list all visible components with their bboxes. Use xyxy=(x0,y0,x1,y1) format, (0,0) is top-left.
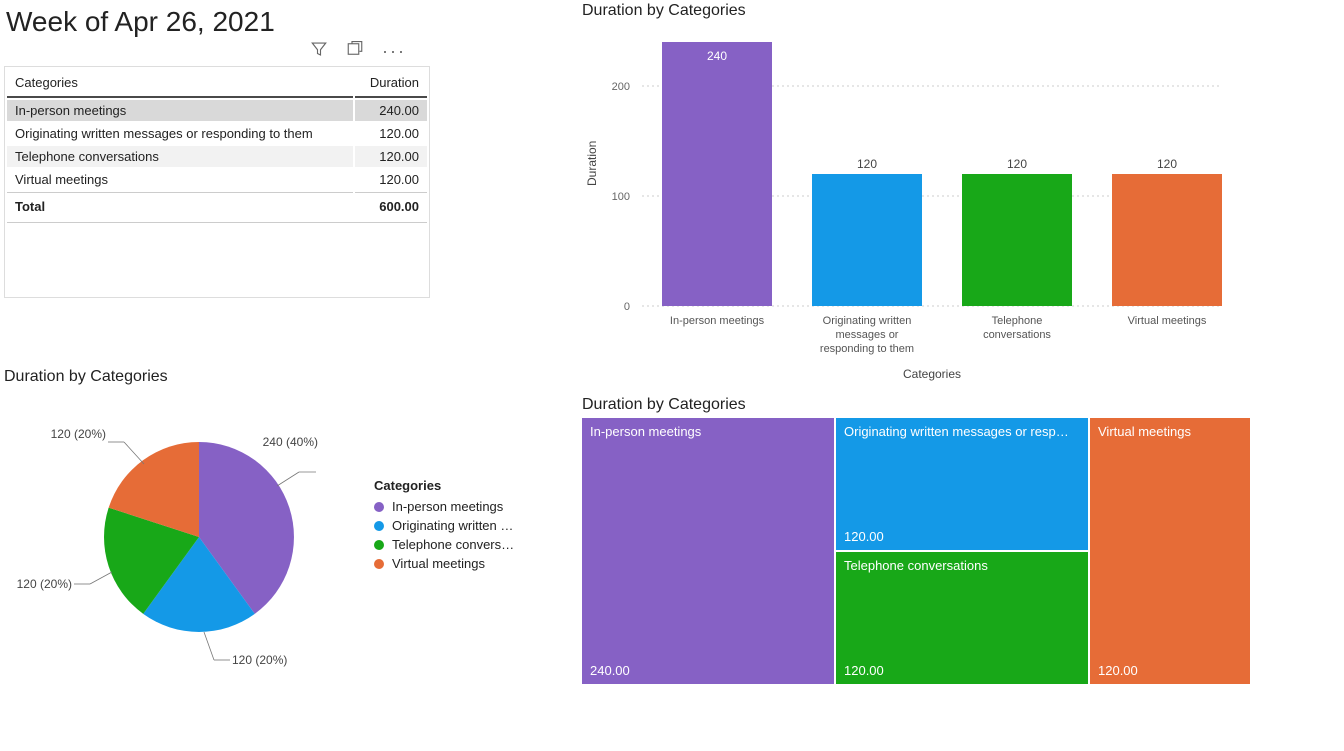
more-options-icon[interactable]: ··· xyxy=(382,41,406,62)
x-tick: Virtual meetings xyxy=(1128,315,1207,327)
legend-label: Telephone convers… xyxy=(392,537,514,552)
treemap[interactable]: In-person meetings 240.00 Originating wr… xyxy=(582,418,1252,684)
pie-chart[interactable]: 240 (40%) 120 (20%) 120 (20%) 120 (20%) xyxy=(4,392,364,692)
tree-value: 240.00 xyxy=(590,663,630,678)
y-axis-label: Duration xyxy=(585,141,599,186)
legend-label: Originating written … xyxy=(392,518,513,533)
bar-phone[interactable] xyxy=(962,174,1072,306)
legend-item[interactable]: Telephone convers… xyxy=(374,537,514,552)
bar-chart-title: Duration by Categories xyxy=(582,2,746,20)
col-header-duration[interactable]: Duration xyxy=(355,69,427,98)
swatch-icon xyxy=(374,559,384,569)
x-tick: Telephone xyxy=(992,315,1043,327)
cell: In-person meetings xyxy=(7,100,353,121)
focus-mode-icon[interactable] xyxy=(346,40,364,63)
swatch-icon xyxy=(374,502,384,512)
pie-label: 240 (40%) xyxy=(263,435,318,449)
cell: 120.00 xyxy=(355,169,427,190)
visual-toolbar: ··· xyxy=(310,40,406,63)
page-title: Week of Apr 26, 2021 xyxy=(6,6,275,38)
tree-cell-virtual[interactable]: Virtual meetings 120.00 xyxy=(1090,418,1250,684)
tree-label: Originating written messages or resp… xyxy=(844,424,1080,439)
bar-inperson[interactable] xyxy=(662,42,772,306)
swatch-icon xyxy=(374,540,384,550)
pie-chart-title: Duration by Categories xyxy=(4,368,168,386)
bar-value: 240 xyxy=(707,49,727,63)
tree-label: Telephone conversations xyxy=(844,558,1080,573)
table-total-row: Total 600.00 xyxy=(7,192,427,220)
col-header-categories[interactable]: Categories xyxy=(7,69,353,98)
legend-item[interactable]: Virtual meetings xyxy=(374,556,514,571)
cell: 240.00 xyxy=(355,100,427,121)
bar-virtual[interactable] xyxy=(1112,174,1222,306)
x-axis-label: Categories xyxy=(903,367,961,381)
x-tick: Originating written xyxy=(823,315,912,327)
cell: Telephone conversations xyxy=(7,146,353,167)
x-tick: messages or xyxy=(836,329,899,341)
legend-item[interactable]: Originating written … xyxy=(374,518,514,533)
legend-label: In-person meetings xyxy=(392,499,503,514)
bar-written[interactable] xyxy=(812,174,922,306)
tree-cell-inperson[interactable]: In-person meetings 240.00 xyxy=(582,418,834,684)
table-row[interactable]: In-person meetings 240.00 xyxy=(7,100,427,121)
swatch-icon xyxy=(374,521,384,531)
filter-icon[interactable] xyxy=(310,40,328,63)
y-tick: 200 xyxy=(612,81,630,93)
x-tick: responding to them xyxy=(820,343,914,355)
treemap-title: Duration by Categories xyxy=(582,396,746,414)
table-row[interactable]: Virtual meetings 120.00 xyxy=(7,169,427,190)
pie-legend: Categories In-person meetings Originatin… xyxy=(374,478,514,575)
total-label: Total xyxy=(7,192,353,220)
tree-value: 120.00 xyxy=(1098,663,1138,678)
category-table[interactable]: Categories Duration In-person meetings 2… xyxy=(4,66,430,298)
table-row[interactable]: Telephone conversations 120.00 xyxy=(7,146,427,167)
cell: Virtual meetings xyxy=(7,169,353,190)
total-value: 600.00 xyxy=(355,192,427,220)
legend-header: Categories xyxy=(374,478,514,493)
cell: Originating written messages or respondi… xyxy=(7,123,353,144)
tree-label: In-person meetings xyxy=(590,424,826,439)
tree-label: Virtual meetings xyxy=(1098,424,1242,439)
bar-value: 120 xyxy=(1007,157,1027,171)
tree-cell-phone[interactable]: Telephone conversations 120.00 xyxy=(836,552,1088,684)
cell: 120.00 xyxy=(355,146,427,167)
bar-value: 120 xyxy=(1157,157,1177,171)
tree-value: 120.00 xyxy=(844,529,884,544)
x-tick: In-person meetings xyxy=(670,315,765,327)
bar-chart[interactable]: Duration 0 100 200 240 120 120 120 In-pe… xyxy=(582,26,1242,386)
pie-label: 120 (20%) xyxy=(232,653,287,667)
tree-value: 120.00 xyxy=(844,663,884,678)
pie-label: 120 (20%) xyxy=(17,577,72,591)
legend-item[interactable]: In-person meetings xyxy=(374,499,514,514)
bar-value: 120 xyxy=(857,157,877,171)
legend-label: Virtual meetings xyxy=(392,556,485,571)
cell: 120.00 xyxy=(355,123,427,144)
tree-cell-written[interactable]: Originating written messages or resp… 12… xyxy=(836,418,1088,550)
y-tick: 0 xyxy=(624,301,630,313)
y-tick: 100 xyxy=(612,191,630,203)
table-row[interactable]: Originating written messages or respondi… xyxy=(7,123,427,144)
x-tick: conversations xyxy=(983,329,1051,341)
pie-label: 120 (20%) xyxy=(51,427,106,441)
